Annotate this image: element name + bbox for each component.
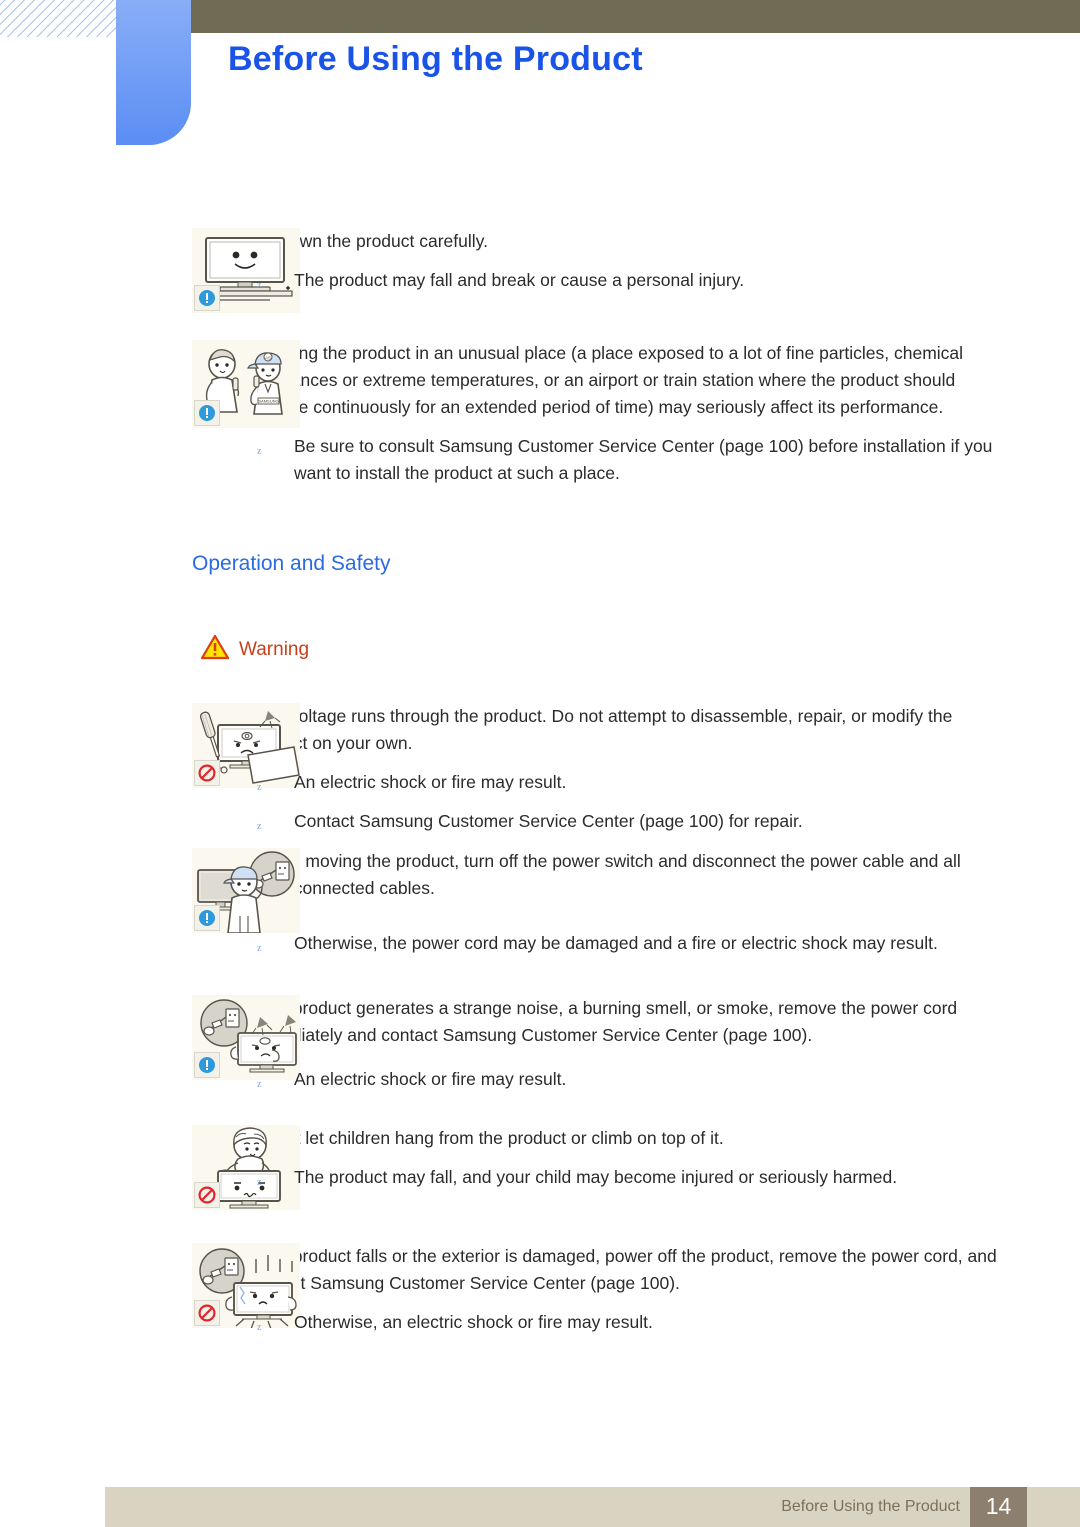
bullet-list: z Be sure to consult Samsung Customer Se… [249, 433, 1000, 487]
text-column: High voltage runs through the product. D… [192, 703, 1080, 835]
section-heading-operation-and-safety: Operation and Safety [192, 552, 391, 575]
text-column: Do not let children hang from the produc… [192, 1125, 1080, 1191]
illustration-column [0, 703, 300, 788]
bullet-text: The product may fall, and your child may… [294, 1167, 898, 1187]
warning-block-before-moving: Before moving the product, turn off the … [0, 848, 1080, 957]
page-title: Before Using the Product [228, 40, 643, 78]
bullet-marker-icon: z [257, 280, 262, 291]
safety-block-unusual-place: AS SAMSUNG Installing the product in an … [0, 340, 1080, 487]
illustration-column: AS SAMSUNG [0, 340, 300, 428]
text-column: If the product generates a strange noise… [192, 995, 1080, 1093]
warning-block-strange-noise: If the product generates a strange noise… [0, 995, 1080, 1093]
bullet-item: z An electric shock or fire may result. [249, 769, 1000, 796]
svg-text:AS: AS [265, 356, 271, 361]
bullet-text: Be sure to consult Samsung Customer Serv… [294, 436, 993, 483]
paragraph-text: High voltage runs through the product. D… [249, 706, 953, 753]
svg-text:SAMSUNG: SAMSUNG [258, 399, 278, 404]
illustration-column [0, 228, 300, 313]
bullet-item: z The product may fall and break or caus… [249, 267, 1000, 294]
bullet-item: z Be sure to consult Samsung Customer Se… [249, 433, 1000, 487]
bullet-text: Otherwise, the power cord may be damaged… [294, 933, 938, 953]
bullet-marker-icon: z [257, 821, 262, 832]
customer-service-call-illustration: AS SAMSUNG [192, 340, 300, 428]
paragraph-text: Installing the product in an unusual pla… [249, 343, 964, 417]
prohibition-icon-badge [194, 1182, 220, 1208]
prohibition-icon-badge [194, 1300, 220, 1326]
info-icon-badge [194, 905, 220, 931]
info-icon-badge [194, 1052, 220, 1078]
text-column: Put down the product carefully. z The pr… [192, 228, 1080, 294]
illustration-column [0, 1125, 300, 1210]
bullet-item: z The product may fall, and your child m… [249, 1164, 1000, 1191]
bullet-list: z The product may fall and break or caus… [249, 267, 1000, 294]
bullet-item: z An electric shock or fire may result. [249, 1066, 1000, 1093]
illustration-column [0, 1243, 300, 1328]
bullet-text: The product may fall and break or cause … [294, 270, 745, 290]
bullet-marker-icon: z [257, 1079, 262, 1090]
person-unplugging-power-cable-illustration [192, 848, 300, 933]
paragraph-text: Put down the product carefully. [249, 231, 488, 251]
text-column: Installing the product in an unusual pla… [192, 340, 1080, 487]
warning-label: Warning [239, 638, 310, 660]
bullet-text: Otherwise, an electric shock or fire may… [294, 1312, 653, 1332]
header-olive-bar [190, 0, 1080, 33]
warning-block-product-falls: If the product falls or the exterior is … [0, 1243, 1080, 1336]
bullet-item: z Otherwise, the power cord may be damag… [249, 930, 1000, 957]
hatch-pattern-decoration [0, 0, 117, 37]
warning-block-high-voltage: High voltage runs through the product. D… [0, 703, 1080, 835]
bullet-marker-icon: z [257, 1177, 262, 1188]
footer-page-number: 14 [985, 1493, 1012, 1519]
bullet-marker-icon: z [257, 782, 262, 793]
bullet-text: An electric shock or fire may result. [294, 772, 567, 792]
page-footer: Before Using the Product 14 [105, 1487, 1080, 1527]
warning-triangle-icon [200, 634, 230, 665]
safety-block-put-down: Put down the product carefully. z The pr… [0, 228, 1080, 313]
bullet-list: z An electric shock or fire may result. … [249, 769, 1000, 835]
page-header: Before Using the Product [0, 0, 1080, 160]
text-column: If the product falls or the exterior is … [192, 1243, 1080, 1336]
bullet-item: z Otherwise, an electric shock or fire m… [249, 1309, 1000, 1336]
text-column: Before moving the product, turn off the … [192, 848, 1080, 957]
bullet-item: z Contact Samsung Customer Service Cente… [249, 808, 1000, 835]
bullet-list: z An electric shock or fire may result. [249, 1066, 1000, 1093]
illustration-column [0, 848, 300, 933]
footer-chapter-label: Before Using the Product [781, 1498, 960, 1515]
bullet-list: z Otherwise, the power cord may be damag… [249, 930, 1000, 957]
header-blue-tab [116, 0, 191, 145]
illustration-column [0, 995, 300, 1080]
bullet-list: z The product may fall, and your child m… [249, 1164, 1000, 1191]
bullet-text: An electric shock or fire may result. [294, 1069, 567, 1089]
paragraph-text: If the product falls or the exterior is … [249, 1246, 997, 1293]
footer-page-box: 14 [970, 1487, 1027, 1527]
bullet-text: Contact Samsung Customer Service Center … [294, 811, 803, 831]
prohibition-icon-badge [194, 760, 220, 786]
info-icon-badge [194, 285, 220, 311]
paragraph-text: If the product generates a strange noise… [249, 998, 958, 1045]
warning-block-children-hang: Do not let children hang from the produc… [0, 1125, 1080, 1210]
bullet-marker-icon: z [257, 943, 262, 954]
info-icon-badge [194, 400, 220, 426]
paragraph-text: Before moving the product, turn off the … [249, 851, 961, 898]
bullet-marker-icon: z [257, 446, 262, 457]
warning-header: Warning [200, 634, 309, 665]
paragraph-text: Do not let children hang from the produc… [249, 1128, 724, 1148]
bullet-list: z Otherwise, an electric shock or fire m… [249, 1309, 1000, 1336]
bullet-marker-icon: z [257, 1322, 262, 1333]
